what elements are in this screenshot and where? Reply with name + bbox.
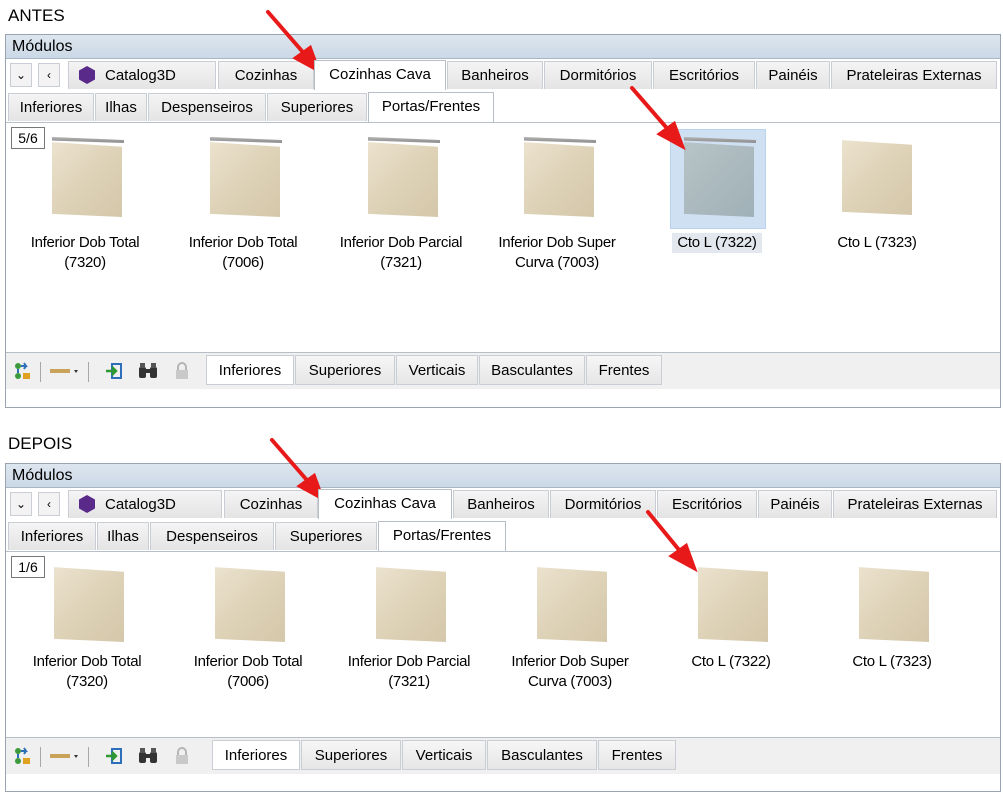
tab-cozinhas-cava[interactable]: Cozinhas Cava <box>318 489 452 519</box>
arrow-head <box>668 542 698 573</box>
subtab-portas-frentes[interactable]: Portas/Frentes <box>368 92 494 122</box>
arrow-to-tab-before <box>266 10 310 60</box>
page-indicator: 1/6 <box>11 556 45 578</box>
page-indicator: 5/6 <box>11 127 45 149</box>
arrow-to-item-before <box>630 86 674 136</box>
arrow-head <box>656 120 686 151</box>
subtab-portas-frentes[interactable]: Portas/Frentes <box>378 521 506 551</box>
arrow-to-tab-after <box>270 438 314 488</box>
tab-cozinhas-cava[interactable]: Cozinhas Cava <box>314 60 446 90</box>
annotation-arrows <box>266 10 698 573</box>
